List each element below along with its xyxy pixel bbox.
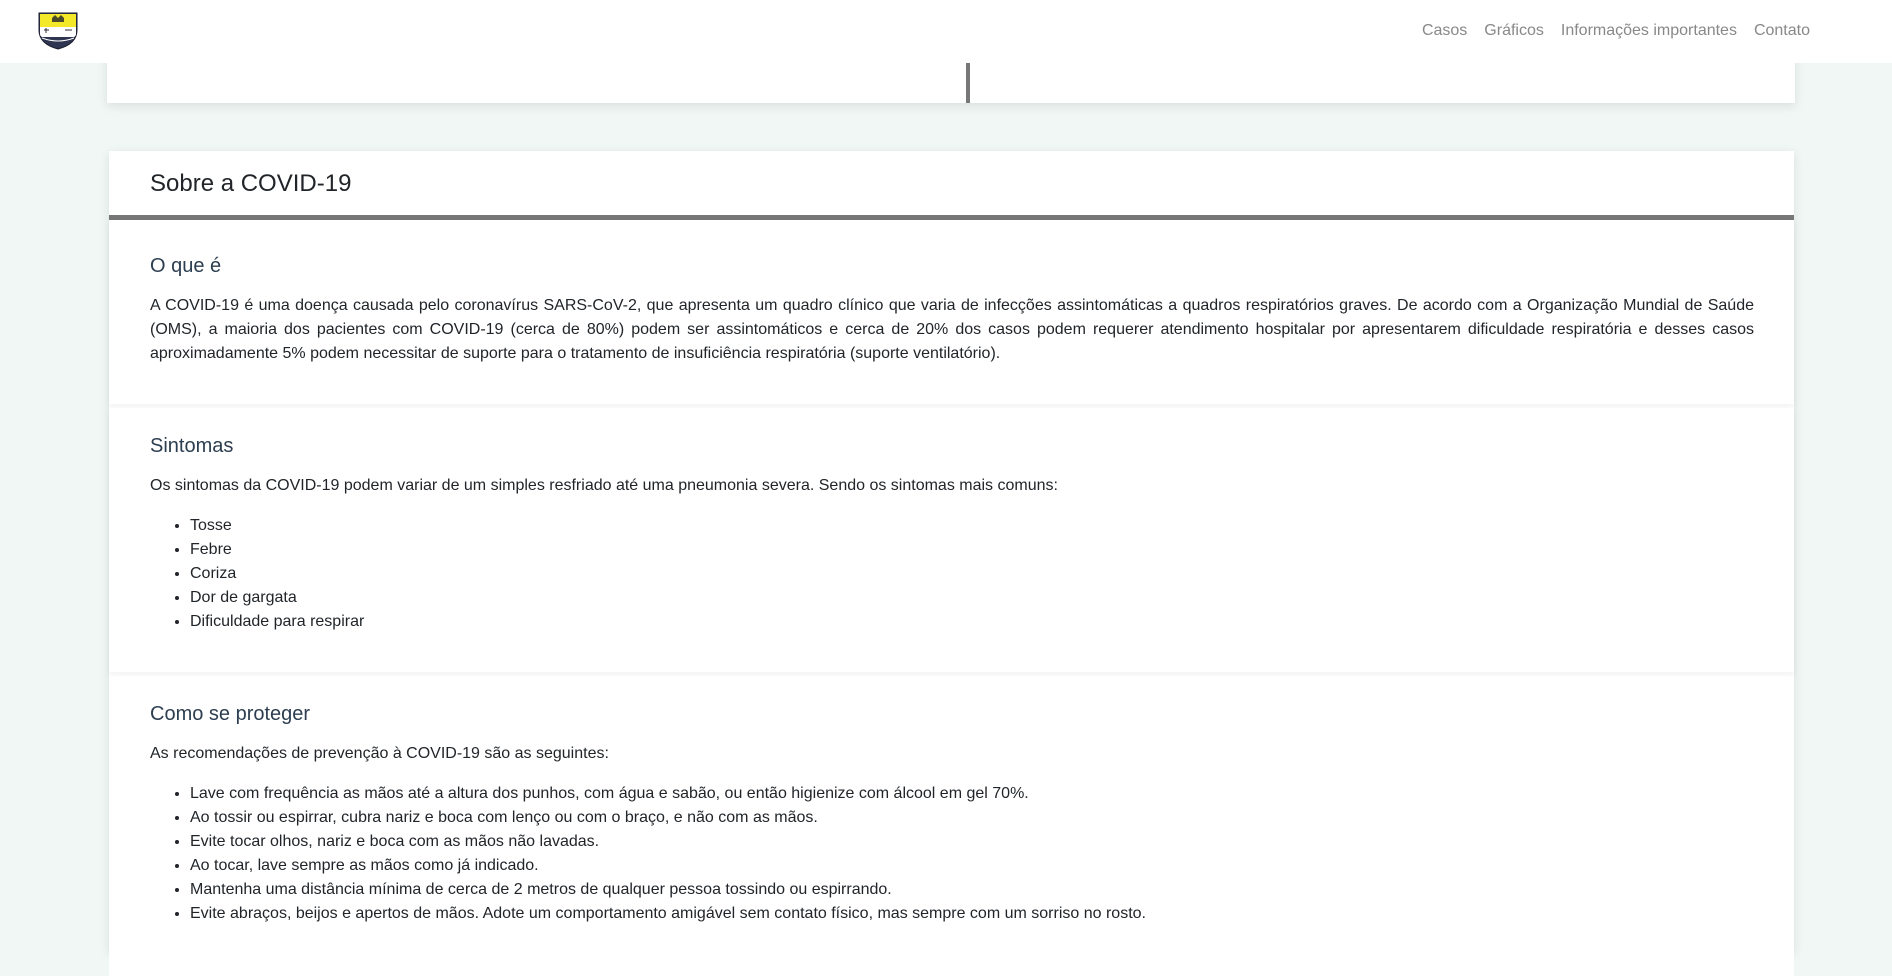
list-item: Evite abraços, beijos e apertos de mãos.…: [190, 902, 1146, 926]
section-symptoms: Sintomas Os sintomas da COVID-19 podem v…: [109, 408, 1794, 672]
about-covid-card: Sobre a COVID-19 O que é A COVID-19 é um…: [109, 151, 1794, 976]
nav-links: Casos Gráficos Informações importantes C…: [1422, 21, 1810, 41]
list-item: Coriza: [190, 562, 364, 586]
list-item: Tosse: [190, 514, 364, 538]
section-symptoms-intro: Os sintomas da COVID-19 podem variar de …: [150, 477, 1058, 494]
section-symptoms-title: Sintomas: [150, 435, 234, 457]
protection-list: Lave com frequência as mãos até a altura…: [150, 782, 1146, 926]
list-item: Ao tocar, lave sempre as mãos como já in…: [190, 854, 1146, 878]
section-protect-title: Como se proteger: [150, 703, 311, 725]
section-how-to-protect: Como se proteger As recomendações de pre…: [109, 676, 1794, 976]
navbar: Casos Gráficos Informações importantes C…: [0, 0, 1892, 63]
list-item: Evite tocar olhos, nariz e boca com as m…: [190, 830, 1146, 854]
list-item: Dor de gargata: [190, 586, 364, 610]
card-column-divider: [966, 63, 970, 103]
about-card-header: Sobre a COVID-19: [109, 151, 1794, 220]
about-card-title: Sobre a COVID-19: [150, 170, 352, 197]
symptoms-list: Tosse Febre Coriza Dor de gargata Dificu…: [150, 514, 364, 634]
section-what-is-text: A COVID-19 é uma doença causada pelo cor…: [150, 297, 1754, 362]
section-what-is: O que é A COVID-19 é uma doença causada …: [109, 220, 1794, 404]
list-item: Ao tossir ou espirrar, cubra nariz e boc…: [190, 806, 1146, 830]
nav-link-casos[interactable]: Casos: [1422, 21, 1467, 41]
nav-link-contato[interactable]: Contato: [1754, 21, 1810, 41]
nav-link-graficos[interactable]: Gráficos: [1484, 21, 1544, 41]
section-what-is-title: O que é: [150, 255, 222, 277]
section-protect-intro: As recomendações de prevenção à COVID-19…: [150, 745, 609, 762]
municipal-crest-logo[interactable]: [36, 10, 80, 51]
list-item: Mantenha uma distância mínima de cerca d…: [190, 878, 1146, 902]
nav-link-informacoes-importantes[interactable]: Informações importantes: [1561, 21, 1737, 41]
list-item: Febre: [190, 538, 364, 562]
list-item: Dificuldade para respirar: [190, 610, 364, 634]
list-item: Lave com frequência as mãos até a altura…: [190, 782, 1146, 806]
